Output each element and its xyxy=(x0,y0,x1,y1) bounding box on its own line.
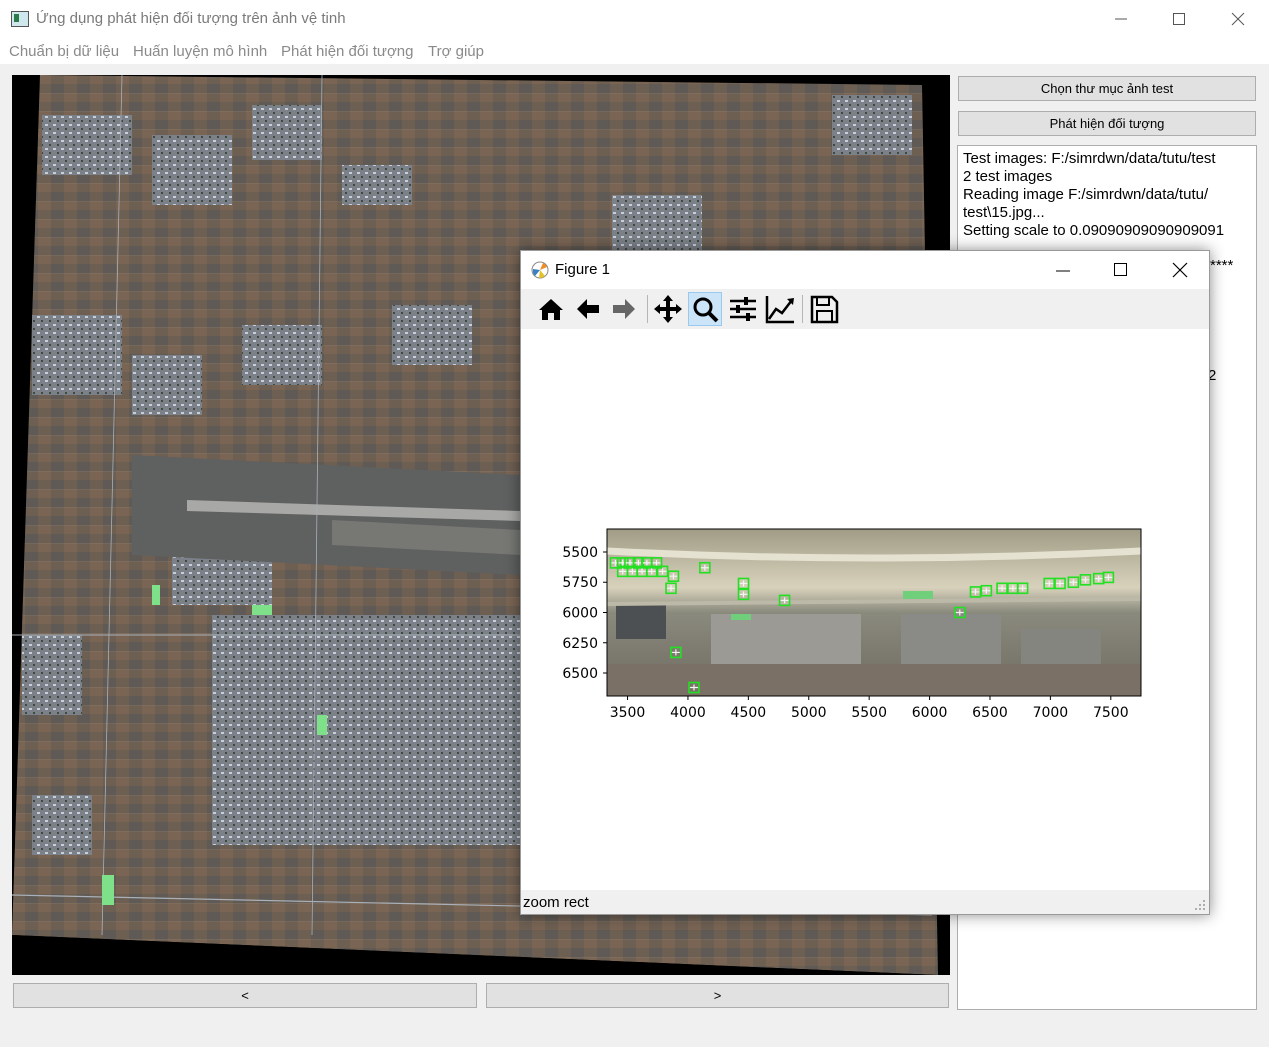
log-line: Reading image F:/simrdwn/data/tutu/ xyxy=(963,186,1209,203)
x-tick-label: 4500 xyxy=(731,705,767,721)
menu-data-prep[interactable]: Chuẩn bị dữ liệu xyxy=(9,43,119,60)
minimize-icon xyxy=(1115,18,1127,20)
plot-area[interactable]: 3500 4000 4500 5000 5500 6000 6500 7000 7500 550… xyxy=(521,329,1209,890)
y-tick-label: 5500 xyxy=(562,545,598,561)
y-tick-label: 6500 xyxy=(562,666,598,682)
axes-image xyxy=(606,529,1142,696)
configure-subplots-icon xyxy=(730,297,756,321)
x-tick-label: 5000 xyxy=(791,705,827,721)
toolbar-separator xyxy=(647,295,648,323)
figure-window[interactable]: Figure 1 3500 4000 4500 5000 5500 6000 6… xyxy=(520,250,1210,915)
toolbar-separator xyxy=(802,295,803,323)
zoom-icon xyxy=(693,297,719,323)
maximize-icon xyxy=(1173,13,1185,25)
figure-canvas[interactable]: 3500 4000 4500 5000 5500 6000 6500 7000 7500 550… xyxy=(521,329,1209,890)
minimize-button[interactable] xyxy=(1092,0,1150,38)
window-title: Ứng dụng phát hiện đối tượng trên ảnh vệ… xyxy=(36,10,346,27)
back-icon xyxy=(577,299,599,319)
log-line: Setting scale to 0.09090909090909091 xyxy=(963,222,1225,239)
log-partial-stars: **** xyxy=(1210,257,1234,274)
x-axis: 3500 4000 4500 5000 5500 6000 6500 7000 7500 xyxy=(610,696,1129,721)
menu-bar: Chuẩn bị dữ liệu Huấn luyện mô hình Phát… xyxy=(0,38,1269,64)
zoom-button[interactable] xyxy=(688,292,722,326)
choose-test-folder-button[interactable]: Chọn thư mục ảnh test xyxy=(958,76,1256,101)
x-tick-label: 6500 xyxy=(972,705,1008,721)
log-line: 2 test images xyxy=(963,168,1053,185)
log-line: test\15.jpg... xyxy=(963,204,1045,221)
close-icon[interactable] xyxy=(1172,262,1188,278)
detect-objects-button[interactable]: Phát hiện đối tượng xyxy=(958,111,1256,136)
app-icon xyxy=(11,11,29,27)
edit-axis-icon xyxy=(765,296,794,324)
maximize-button[interactable] xyxy=(1150,0,1208,38)
pan-button[interactable] xyxy=(651,292,685,326)
x-tick-label: 4000 xyxy=(670,705,706,721)
menu-help[interactable]: Trợ giúp xyxy=(428,43,484,60)
back-button[interactable] xyxy=(571,292,605,326)
next-image-button[interactable]: > xyxy=(486,983,949,1008)
x-tick-label: 5500 xyxy=(851,705,887,721)
maximize-icon[interactable] xyxy=(1113,262,1129,278)
figure-toolbar xyxy=(521,289,1209,330)
figure-title: Figure 1 xyxy=(555,261,611,278)
y-tick-label: 5750 xyxy=(562,575,598,591)
close-button[interactable] xyxy=(1209,0,1267,38)
save-button[interactable] xyxy=(807,292,841,326)
figure-titlebar: Figure 1 xyxy=(521,251,1209,289)
x-tick-label: 3500 xyxy=(610,705,646,721)
save-icon xyxy=(810,295,839,324)
y-axis: 5500 5750 6000 6250 6500 xyxy=(562,545,607,682)
resize-grip-icon[interactable] xyxy=(1194,899,1206,911)
close-icon xyxy=(1231,12,1245,26)
pan-icon xyxy=(654,295,682,323)
x-tick-label: 6000 xyxy=(912,705,948,721)
home-button[interactable] xyxy=(534,292,568,326)
y-tick-label: 6250 xyxy=(562,636,598,652)
x-tick-label: 7500 xyxy=(1093,705,1129,721)
menu-detect[interactable]: Phát hiện đối tượng xyxy=(281,43,413,60)
x-tick-label: 7000 xyxy=(1033,705,1069,721)
status-text: zoom rect xyxy=(523,894,589,911)
matplotlib-icon xyxy=(531,261,549,279)
home-icon xyxy=(539,299,563,320)
log-line: Test images: F:/simrdwn/data/tutu/test xyxy=(963,150,1216,167)
configure-subplots-button[interactable] xyxy=(726,292,760,326)
window-titlebar: Ứng dụng phát hiện đối tượng trên ảnh vệ… xyxy=(0,0,1269,38)
y-tick-label: 6000 xyxy=(562,606,598,622)
previous-image-button[interactable]: < xyxy=(13,983,477,1008)
menu-train[interactable]: Huấn luyện mô hình xyxy=(133,43,267,60)
minimize-icon[interactable] xyxy=(1055,263,1071,279)
forward-icon xyxy=(613,299,635,319)
forward-button[interactable] xyxy=(607,292,641,326)
edit-axis-button[interactable] xyxy=(763,292,797,326)
figure-statusbar: zoom rect xyxy=(521,890,1209,914)
